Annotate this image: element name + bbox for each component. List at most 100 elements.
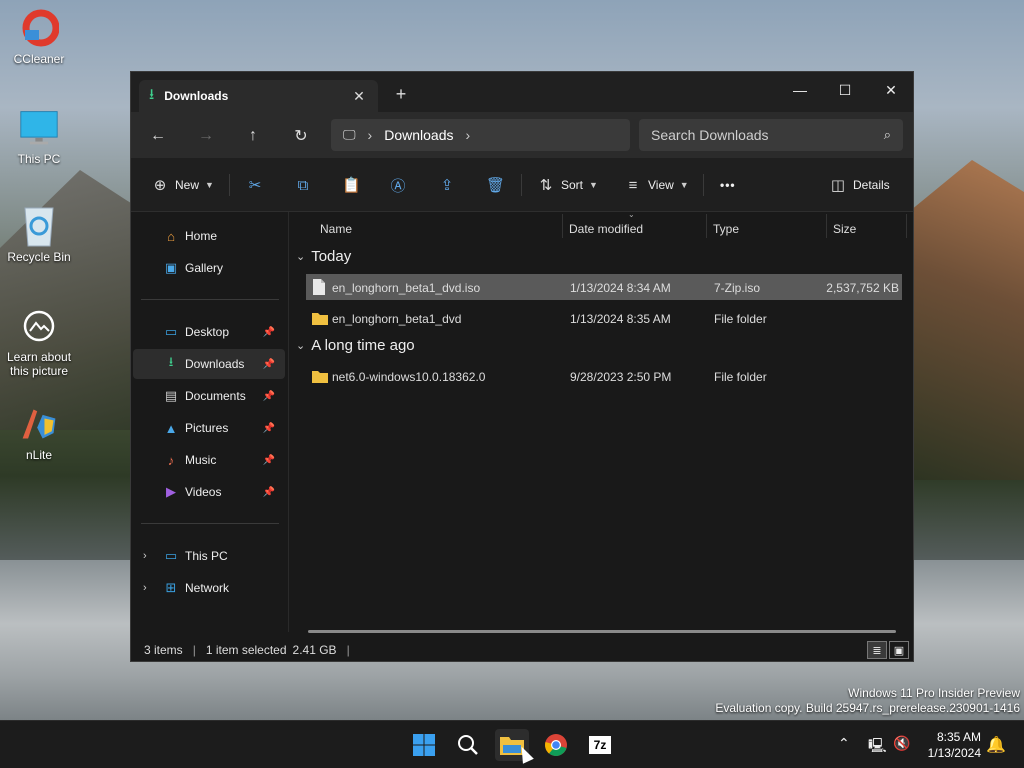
- column-header-name[interactable]: Name: [320, 222, 352, 236]
- network-status-icon[interactable]: 🖳: [868, 735, 887, 759]
- sidebar-item-gallery[interactable]: ▣ Gallery: [133, 253, 285, 283]
- sidebar-item-label: This PC: [185, 549, 228, 563]
- nlite-icon: [19, 404, 59, 444]
- horizontal-scrollbar[interactable]: [308, 630, 896, 633]
- desktop-icon-this-pc[interactable]: This PC: [1, 108, 77, 166]
- sidebar-item-pictures[interactable]: ▲ Pictures 📌: [133, 413, 285, 443]
- maximize-button[interactable]: ☐: [823, 76, 867, 104]
- view-label: View: [648, 178, 674, 192]
- taskbar-search-button[interactable]: [451, 729, 485, 761]
- volume-muted-icon[interactable]: 🔇: [893, 735, 910, 752]
- sort-label: Sort: [561, 178, 584, 192]
- share-button[interactable]: ⇪: [438, 171, 456, 199]
- more-icon: •••: [720, 178, 736, 192]
- sidebar-item-home[interactable]: ⌂ Home: [133, 221, 285, 251]
- column-separator[interactable]: [906, 214, 907, 238]
- sort-button[interactable]: ⇅ Sort ▼: [537, 171, 598, 199]
- new-tab-button[interactable]: +: [393, 84, 409, 105]
- taskbar-7zip[interactable]: 7z: [583, 729, 617, 761]
- 7zip-icon: 7z: [589, 736, 611, 754]
- column-header-type[interactable]: Type: [713, 222, 739, 236]
- column-separator[interactable]: [826, 214, 827, 238]
- breadcrumb[interactable]: 🖵 › Downloads ›: [331, 119, 630, 151]
- chevron-down-icon: ▼: [589, 180, 598, 190]
- up-button[interactable]: ↑: [240, 123, 266, 149]
- tab-label: Downloads: [164, 89, 229, 103]
- taskbar-chrome[interactable]: [539, 729, 573, 761]
- sidebar-item-music[interactable]: ♪ Music 📌: [133, 445, 285, 475]
- back-button[interactable]: ←: [145, 123, 171, 149]
- file-icon: [313, 279, 325, 295]
- show-hidden-icons-button[interactable]: ⌃: [838, 735, 850, 752]
- sidebar-item-desktop[interactable]: ▭ Desktop 📌: [133, 317, 285, 347]
- paste-button[interactable]: 📋: [342, 171, 361, 199]
- desktop-icon-ccleaner[interactable]: CCleaner: [1, 8, 77, 66]
- cut-button[interactable]: ✂: [246, 171, 264, 199]
- tiles-view-button[interactable]: ▣: [889, 641, 909, 659]
- status-separator: |: [346, 643, 350, 657]
- sidebar-item-documents[interactable]: ▤ Documents 📌: [133, 381, 285, 411]
- sidebar-item-label: Gallery: [185, 261, 224, 275]
- chevron-right-icon[interactable]: ›: [143, 582, 147, 594]
- sidebar-item-label: Downloads: [185, 357, 245, 371]
- paste-icon: 📋: [342, 177, 361, 194]
- table-row[interactable]: en_longhorn_beta1_dvd.iso 1/13/2024 8:34…: [306, 274, 902, 300]
- tab-close-button[interactable]: ✕: [350, 88, 368, 105]
- new-button[interactable]: ⊕ New ▼: [151, 171, 214, 199]
- desktop-icon-recycle-bin[interactable]: Recycle Bin: [1, 206, 77, 264]
- watermark-line-2: Evaluation copy. Build 25947.rs_prerelea…: [715, 701, 1020, 715]
- sidebar-item-downloads[interactable]: ⭳ Downloads 📌: [133, 349, 285, 379]
- forward-button[interactable]: →: [193, 123, 219, 149]
- minimize-button[interactable]: —: [778, 76, 822, 104]
- refresh-button[interactable]: ↻: [288, 123, 314, 149]
- close-button[interactable]: ✕: [869, 76, 913, 104]
- chevron-right-icon[interactable]: ›: [143, 550, 147, 562]
- download-icon: ⭳: [149, 85, 155, 103]
- table-row[interactable]: en_longhorn_beta1_dvd 1/13/2024 8:35 AM …: [306, 305, 902, 331]
- column-header-size[interactable]: Size: [833, 222, 856, 236]
- sidebar-item-network[interactable]: › ⊞ Network: [133, 573, 285, 603]
- windows-watermark: Windows 11 Pro Insider Preview Evaluatio…: [715, 686, 1020, 716]
- copy-icon: ⧉: [297, 176, 309, 194]
- search-input[interactable]: Search Downloads ⌕: [639, 119, 903, 151]
- table-row[interactable]: net6.0-windows10.0.18362.0 9/28/2023 2:5…: [306, 363, 902, 389]
- group-header-long-ago[interactable]: ⌄ A long time ago: [296, 337, 415, 354]
- system-clock[interactable]: 8:35 AM 1/13/2024: [928, 729, 981, 761]
- file-date: 1/13/2024 8:35 AM: [570, 312, 671, 326]
- sidebar-item-videos[interactable]: ▶ Videos 📌: [133, 477, 285, 507]
- monitor-icon: ▭: [164, 548, 178, 563]
- copy-button[interactable]: ⧉: [294, 171, 312, 199]
- notification-bell-icon[interactable]: 🔔: [986, 735, 1006, 755]
- file-size: 2,537,752 KB: [826, 281, 899, 295]
- view-button[interactable]: ≡ View ▼: [624, 171, 689, 199]
- network-icon: ⊞: [165, 580, 177, 595]
- column-separator[interactable]: [706, 214, 707, 238]
- details-pane-button[interactable]: ◫ Details: [829, 171, 890, 199]
- sidebar-item-this-pc[interactable]: › ▭ This PC: [133, 541, 285, 571]
- chevron-down-icon: ▼: [679, 180, 689, 190]
- more-options-button[interactable]: •••: [720, 171, 736, 199]
- column-header-date[interactable]: Date modified: [569, 222, 643, 236]
- chevron-right-icon[interactable]: ›: [368, 127, 373, 143]
- group-header-today[interactable]: ⌄ Today: [296, 248, 351, 265]
- column-separator[interactable]: [562, 214, 563, 238]
- group-label: Today: [311, 248, 352, 265]
- start-button[interactable]: [407, 729, 441, 761]
- desktop-icon-nlite[interactable]: nLite: [1, 404, 77, 462]
- sidebar-item-label: Network: [185, 581, 230, 595]
- trash-icon: 🗑: [486, 177, 506, 194]
- chevron-right-icon[interactable]: ›: [465, 127, 470, 143]
- details-view-button[interactable]: ≣: [867, 641, 887, 659]
- monitor-icon[interactable]: 🖵: [343, 127, 356, 143]
- file-name: net6.0-windows10.0.18362.0: [332, 370, 486, 384]
- breadcrumb-downloads[interactable]: Downloads: [384, 127, 453, 143]
- folder-icon: [312, 371, 328, 383]
- rename-button[interactable]: Ⓐ: [389, 171, 407, 199]
- delete-button[interactable]: 🗑: [486, 171, 506, 199]
- tab-downloads[interactable]: ⭳ Downloads ✕: [139, 80, 378, 112]
- desktop-icon-learn-picture[interactable]: Learn about this picture: [1, 306, 77, 378]
- chevron-up-icon: ⌃: [838, 735, 850, 751]
- sidebar-item-label: Documents: [185, 389, 246, 403]
- pictures-icon: ▲: [164, 420, 178, 436]
- file-date: 1/13/2024 8:34 AM: [570, 281, 671, 295]
